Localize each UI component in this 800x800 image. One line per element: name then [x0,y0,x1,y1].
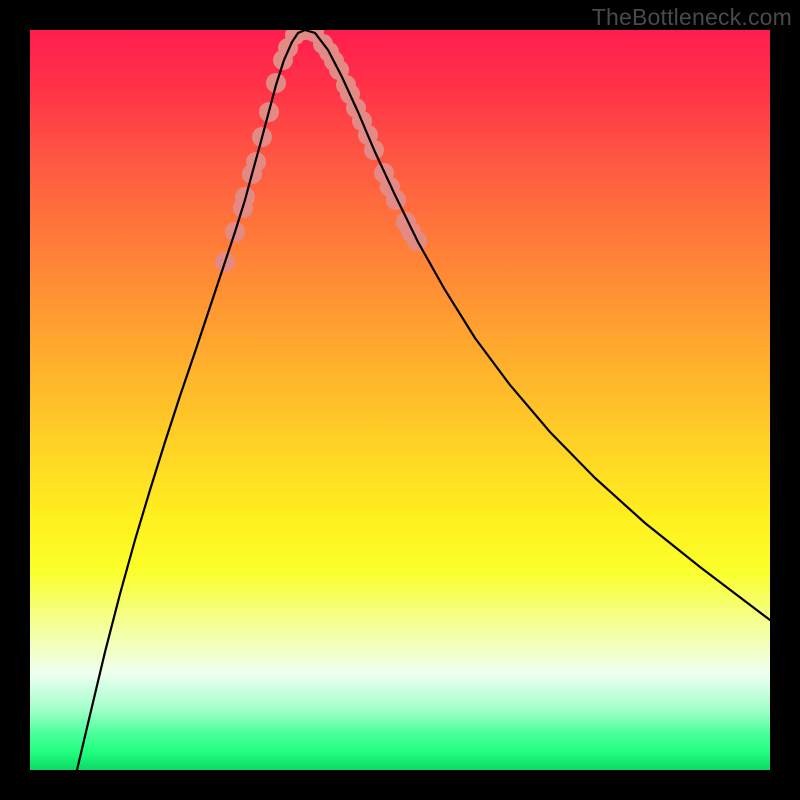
chart-frame: TheBottleneck.com [0,0,800,800]
curve-dot [386,190,406,210]
curve-layer [30,30,770,770]
curve-dots-group [215,30,427,272]
bottleneck-curve [77,30,770,770]
plot-area [30,30,770,770]
watermark-text: TheBottleneck.com [592,4,792,31]
